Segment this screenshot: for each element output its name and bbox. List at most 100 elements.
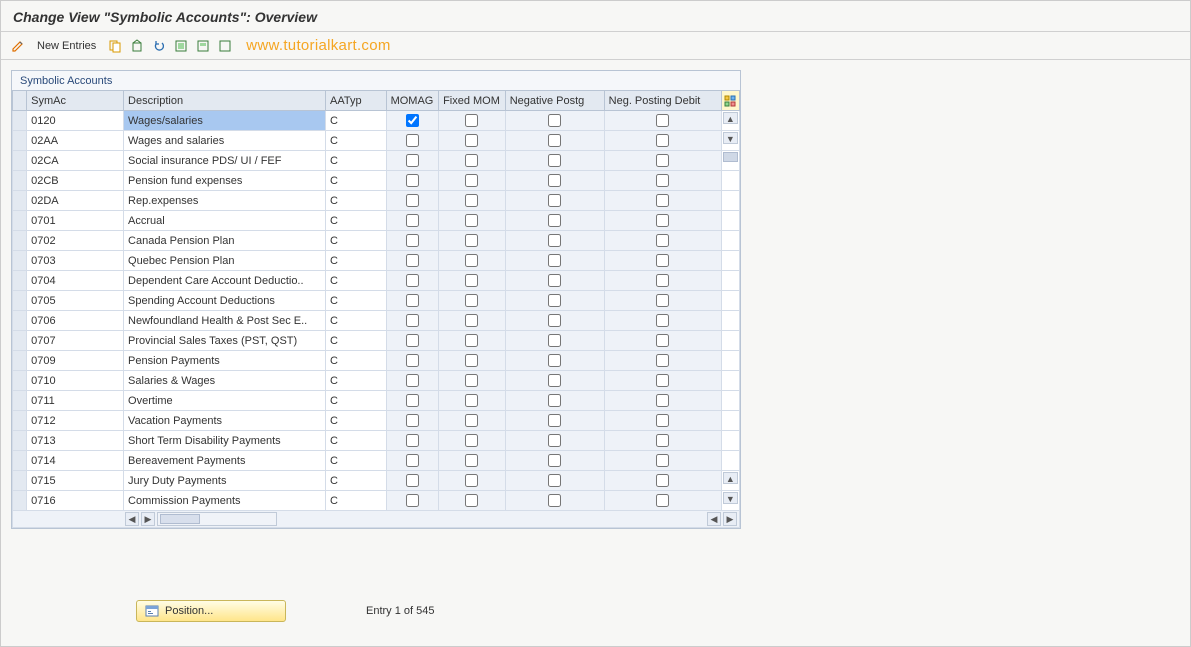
cell-symac[interactable]: 0705 [27,291,124,311]
cell-symac[interactable]: 0707 [27,331,124,351]
cell-aatyp[interactable]: C [325,131,386,151]
hscroll-right-arrow-2[interactable]: ▶ [723,512,737,526]
cell-description[interactable]: Newfoundland Health & Post Sec E.. [124,311,326,331]
cell-neg-posting-debit-checkbox[interactable] [656,234,669,247]
cell-fixed-mom-checkbox[interactable] [465,254,478,267]
row-selector[interactable] [13,251,27,271]
row-selector[interactable] [13,231,27,251]
cell-negative-postg-checkbox[interactable] [548,334,561,347]
table-row[interactable]: 02AAWages and salariesC▼ [13,131,740,151]
cell-momag-checkbox[interactable] [406,234,419,247]
cell-description[interactable]: Vacation Payments [124,411,326,431]
col-negative-postg[interactable]: Negative Postg [505,91,604,111]
row-selector[interactable] [13,471,27,491]
cell-aatyp[interactable]: C [325,471,386,491]
cell-aatyp[interactable]: C [325,271,386,291]
cell-neg-posting-debit-checkbox[interactable] [656,254,669,267]
position-button[interactable]: Position... [136,600,286,622]
cell-fixed-mom-checkbox[interactable] [465,394,478,407]
toggle-change-icon[interactable] [9,37,27,55]
cell-negative-postg-checkbox[interactable] [548,174,561,187]
cell-momag-checkbox[interactable] [406,214,419,227]
cell-momag-checkbox[interactable] [406,314,419,327]
deselect-all-icon[interactable] [216,37,234,55]
cell-aatyp[interactable]: C [325,491,386,511]
cell-symac[interactable]: 0715 [27,471,124,491]
cell-description[interactable]: Spending Account Deductions [124,291,326,311]
cell-description[interactable]: Pension Payments [124,351,326,371]
vscroll-step-down-arrow[interactable]: ▼ [723,132,738,144]
cell-aatyp[interactable]: C [325,211,386,231]
table-row[interactable]: 0716Commission PaymentsC▼ [13,491,740,511]
cell-description[interactable]: Overtime [124,391,326,411]
cell-description[interactable]: Dependent Care Account Deductio.. [124,271,326,291]
cell-neg-posting-debit-checkbox[interactable] [656,194,669,207]
cell-negative-postg-checkbox[interactable] [548,454,561,467]
table-row[interactable]: 0713Short Term Disability PaymentsC [13,431,740,451]
vscroll-up-arrow[interactable]: ▲ [723,112,738,124]
cell-neg-posting-debit-checkbox[interactable] [656,474,669,487]
row-selector[interactable] [13,171,27,191]
cell-symac[interactable]: 0709 [27,351,124,371]
cell-symac[interactable]: 02DA [27,191,124,211]
cell-description[interactable]: Accrual [124,211,326,231]
cell-fixed-mom-checkbox[interactable] [465,474,478,487]
table-row[interactable]: 0704Dependent Care Account Deductio..C [13,271,740,291]
col-fixed-mom[interactable]: Fixed MOM [439,91,506,111]
cell-fixed-mom-checkbox[interactable] [465,194,478,207]
cell-negative-postg-checkbox[interactable] [548,234,561,247]
cell-aatyp[interactable]: C [325,231,386,251]
hscroll-left-arrow[interactable]: ◀ [125,512,139,526]
cell-symac[interactable]: 0702 [27,231,124,251]
vscroll-down-arrow[interactable]: ▼ [723,492,738,504]
cell-neg-posting-debit-checkbox[interactable] [656,314,669,327]
cell-negative-postg-checkbox[interactable] [548,354,561,367]
cell-description[interactable]: Pension fund expenses [124,171,326,191]
cell-aatyp[interactable]: C [325,371,386,391]
cell-negative-postg-checkbox[interactable] [548,294,561,307]
cell-negative-postg-checkbox[interactable] [548,154,561,167]
table-row[interactable]: 0706Newfoundland Health & Post Sec E..C [13,311,740,331]
row-selector[interactable] [13,271,27,291]
hscroll-right-arrow[interactable]: ▶ [141,512,155,526]
cell-neg-posting-debit-checkbox[interactable] [656,174,669,187]
cell-negative-postg-checkbox[interactable] [548,314,561,327]
vscroll-step-up-arrow[interactable]: ▲ [723,472,738,484]
table-row[interactable]: 0703Quebec Pension PlanC [13,251,740,271]
cell-aatyp[interactable]: C [325,251,386,271]
cell-momag-checkbox[interactable] [406,134,419,147]
cell-momag-checkbox[interactable] [406,274,419,287]
cell-neg-posting-debit-checkbox[interactable] [656,494,669,507]
col-description[interactable]: Description [124,91,326,111]
cell-negative-postg-checkbox[interactable] [548,434,561,447]
cell-symac[interactable]: 0701 [27,211,124,231]
cell-neg-posting-debit-checkbox[interactable] [656,154,669,167]
table-settings-icon[interactable] [722,91,739,110]
row-selector[interactable] [13,311,27,331]
cell-fixed-mom-checkbox[interactable] [465,354,478,367]
cell-negative-postg-checkbox[interactable] [548,254,561,267]
row-selector[interactable] [13,371,27,391]
table-row[interactable]: 0710Salaries & WagesC [13,371,740,391]
row-selector[interactable] [13,331,27,351]
col-configure[interactable] [721,91,739,111]
cell-aatyp[interactable]: C [325,111,386,131]
table-row[interactable]: 02DARep.expensesC [13,191,740,211]
cell-momag-checkbox[interactable] [406,354,419,367]
cell-symac[interactable]: 0712 [27,411,124,431]
cell-fixed-mom-checkbox[interactable] [465,414,478,427]
cell-fixed-mom-checkbox[interactable] [465,234,478,247]
hscroll-left-arrow-2[interactable]: ◀ [707,512,721,526]
cell-symac[interactable]: 02CA [27,151,124,171]
cell-symac[interactable]: 0711 [27,391,124,411]
cell-negative-postg-checkbox[interactable] [548,414,561,427]
cell-fixed-mom-checkbox[interactable] [465,274,478,287]
cell-description[interactable]: Jury Duty Payments [124,471,326,491]
cell-symac[interactable]: 0120 [27,111,124,131]
cell-description[interactable]: Rep.expenses [124,191,326,211]
cell-fixed-mom-checkbox[interactable] [465,454,478,467]
cell-momag-checkbox[interactable] [406,114,419,127]
cell-symac[interactable]: 0713 [27,431,124,451]
row-selector[interactable] [13,131,27,151]
cell-momag-checkbox[interactable] [406,474,419,487]
